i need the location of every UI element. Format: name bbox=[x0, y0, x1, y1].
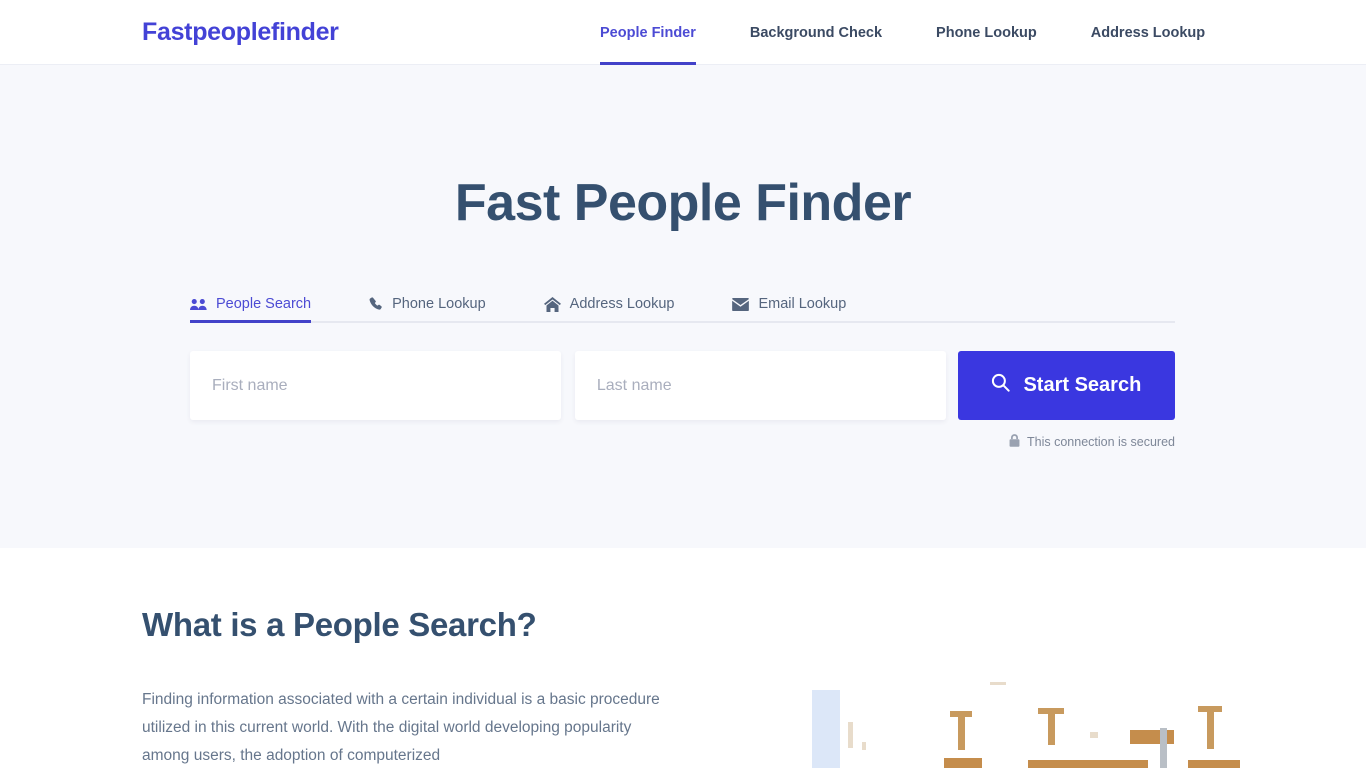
nav-item-people-finder[interactable]: People Finder bbox=[600, 0, 696, 65]
nav-item-address-lookup[interactable]: Address Lookup bbox=[1091, 0, 1205, 65]
section-illustration bbox=[790, 680, 1240, 768]
section-body-text: Finding information associated with a ce… bbox=[142, 691, 660, 764]
last-name-input[interactable] bbox=[574, 351, 946, 420]
start-search-label: Start Search bbox=[1023, 374, 1142, 396]
page-title: Fast People Finder bbox=[454, 174, 912, 232]
tab-label: Address Lookup bbox=[569, 296, 675, 312]
site-header: Fastpeoplefinder People Finder Backgroun… bbox=[0, 0, 1366, 65]
tab-people-search[interactable]: People Search bbox=[190, 296, 312, 323]
illustration-blue-panel bbox=[812, 690, 840, 768]
section-title: What is a People Search? bbox=[142, 606, 537, 643]
home-icon bbox=[543, 296, 561, 312]
search-tabs: People Search Phone Lookup Address Looku… bbox=[190, 287, 1175, 323]
secure-connection-notice: This connection is secured bbox=[190, 434, 1175, 450]
tab-label: Email Lookup bbox=[758, 296, 847, 312]
tab-phone-lookup[interactable]: Phone Lookup bbox=[369, 296, 486, 321]
lock-icon bbox=[1009, 434, 1020, 450]
first-name-input[interactable] bbox=[190, 351, 561, 420]
main-navigation: People Finder Background Check Phone Loo… bbox=[600, 0, 1205, 65]
nav-item-label: People Finder bbox=[600, 24, 696, 41]
tab-label: Phone Lookup bbox=[392, 296, 486, 312]
search-icon bbox=[991, 373, 1011, 398]
nav-item-label: Phone Lookup bbox=[936, 24, 1037, 41]
start-search-button[interactable]: Start Search bbox=[957, 351, 1175, 420]
nav-item-phone-lookup[interactable]: Phone Lookup bbox=[936, 0, 1037, 65]
tab-label: People Search bbox=[216, 296, 312, 312]
hero-section: Fast People Finder People Search Phone L… bbox=[0, 65, 1366, 548]
nav-item-background-check[interactable]: Background Check bbox=[750, 0, 882, 65]
tab-address-lookup[interactable]: Address Lookup bbox=[543, 296, 675, 321]
content-text-column: What is a People Search? Finding informa… bbox=[142, 606, 662, 768]
search-panel: People Search Phone Lookup Address Looku… bbox=[190, 287, 1175, 450]
search-row: Start Search bbox=[190, 351, 1175, 420]
phone-icon bbox=[369, 297, 383, 311]
nav-item-label: Address Lookup bbox=[1090, 24, 1206, 41]
nav-item-label: Background Check bbox=[749, 24, 883, 41]
site-logo[interactable]: Fastpeoplefinder bbox=[142, 18, 339, 47]
envelope-icon bbox=[732, 297, 750, 311]
tab-email-lookup[interactable]: Email Lookup bbox=[732, 296, 846, 321]
secure-connection-label: This connection is secured bbox=[1027, 435, 1175, 449]
users-icon bbox=[190, 298, 207, 311]
